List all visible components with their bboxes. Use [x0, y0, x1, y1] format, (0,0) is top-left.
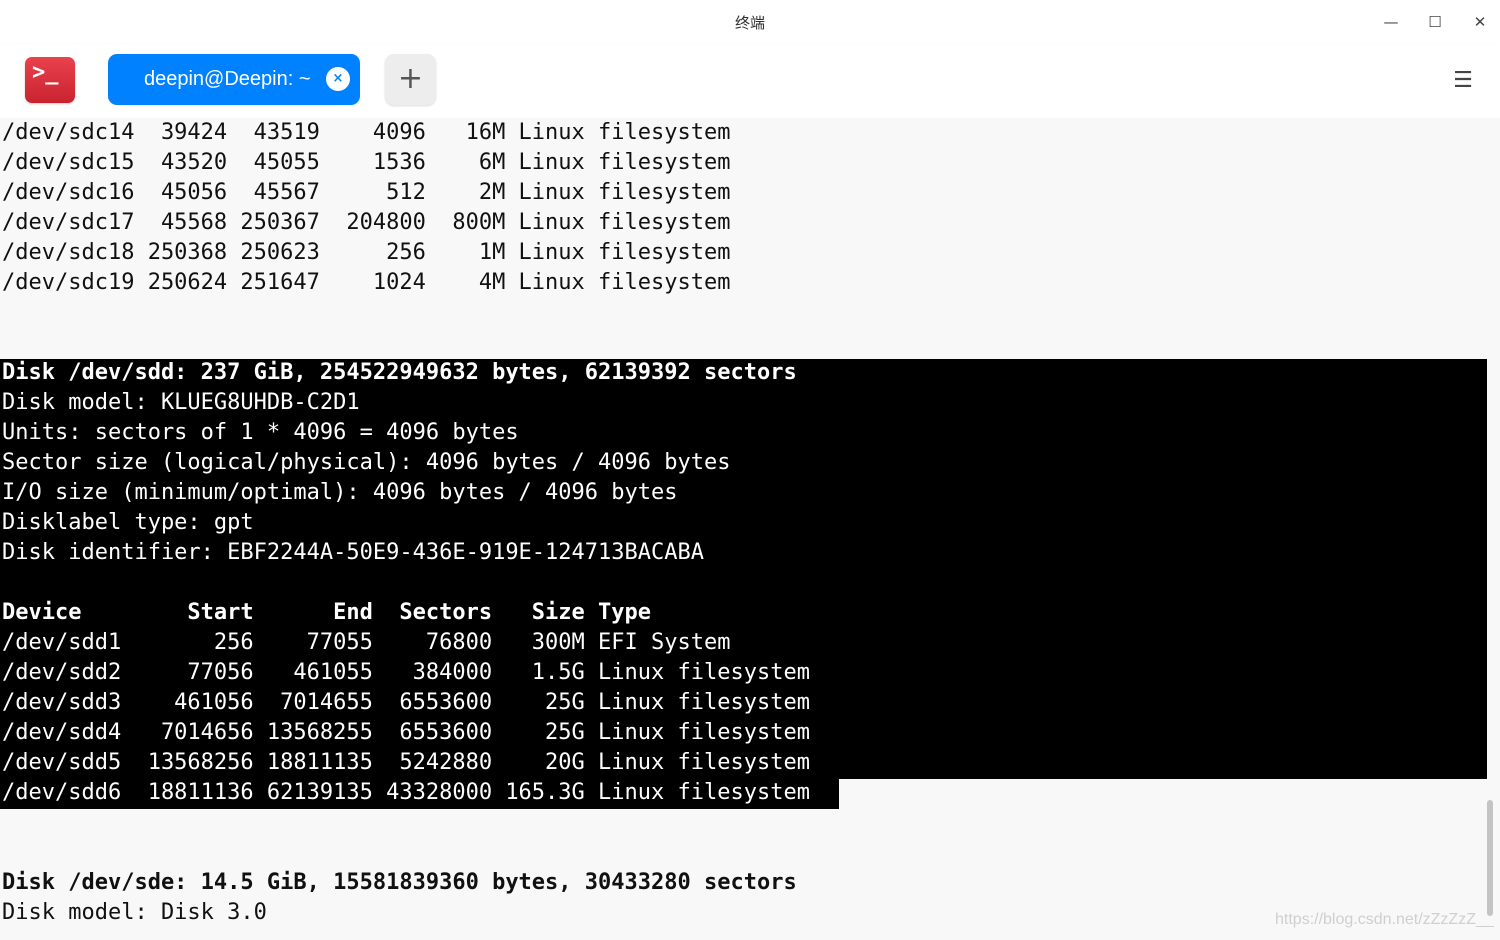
terminal-line: Disk identifier: EBF2244A-50E9-436E-919E… [2, 540, 704, 565]
terminal-line: /dev/sdd1 256 77055 76800 300M EFI Syste… [2, 630, 731, 655]
terminal-line-disk-header: Disk /dev/sde: 14.5 GiB, 15581839360 byt… [2, 870, 797, 895]
terminal-line: /dev/sdc14 39424 43519 4096 16M Linux fi… [2, 120, 731, 145]
terminal-line: /dev/sdd6 18811136 62139135 43328000 165… [2, 780, 810, 805]
terminal-line: Disklabel type: gpt [2, 510, 254, 535]
tab-deepin-home[interactable]: deepin@Deepin: ~ × [108, 54, 360, 105]
terminal-line-table-header: Device Start End Sectors Size Type [2, 600, 652, 625]
add-tab-button[interactable]: + [385, 54, 436, 105]
close-window-icon[interactable]: ✕ [1466, 8, 1494, 36]
terminal-line: /dev/sdc18 250368 250623 256 1M Linux fi… [2, 240, 731, 265]
terminal-line: /dev/sdd5 13568256 18811135 5242880 20G … [2, 750, 810, 775]
terminal-line: /dev/sdc17 45568 250367 204800 800M Linu… [2, 210, 731, 235]
tab-close-icon[interactable]: × [326, 67, 350, 91]
tab-bar: >_ deepin@Deepin: ~ × + ☰ [0, 44, 1500, 118]
terminal-line: /dev/sdc15 43520 45055 1536 6M Linux fil… [2, 150, 731, 175]
terminal-line: /dev/sdc19 250624 251647 1024 4M Linux f… [2, 270, 731, 295]
scrollbar[interactable] [1487, 800, 1493, 916]
tab-label: deepin@Deepin: ~ [144, 68, 311, 90]
terminal-line: Units: sectors of 1 * 4096 = 4096 bytes [2, 420, 519, 445]
minimize-icon[interactable]: — [1377, 8, 1405, 36]
terminal-line: /dev/sdd2 77056 461055 384000 1.5G Linux… [2, 660, 810, 685]
terminal-line-disk-header: Disk /dev/sdd: 237 GiB, 254522949632 byt… [2, 360, 797, 385]
terminal-prompt-icon: >_ [32, 60, 59, 85]
terminal-line: /dev/sdc16 45056 45567 512 2M Linux file… [2, 180, 731, 205]
terminal-line: Disk model: KLUEG8UHDB-C2D1 [2, 390, 360, 415]
terminal-line: Disk model: Disk 3.0 [2, 900, 267, 925]
terminal-line: Sector size (logical/physical): 4096 byt… [2, 450, 731, 475]
watermark: https://blog.csdn.net/zZzZzZ__ [1275, 911, 1494, 928]
terminal-app-icon: >_ [25, 57, 75, 103]
terminal-line: /dev/sdd3 461056 7014655 6553600 25G Lin… [2, 690, 810, 715]
terminal-output[interactable]: /dev/sdc14 39424 43519 4096 16M Linux fi… [0, 118, 1500, 940]
terminal-line: I/O size (minimum/optimal): 4096 bytes /… [2, 480, 678, 505]
terminal-line: /dev/sdd4 7014656 13568255 6553600 25G L… [2, 720, 810, 745]
window-title: 终端 [734, 14, 765, 32]
menu-icon[interactable]: ☰ [1450, 68, 1476, 94]
window-titlebar: 终端 — ☐ ✕ [0, 0, 1500, 44]
maximize-icon[interactable]: ☐ [1421, 8, 1449, 36]
